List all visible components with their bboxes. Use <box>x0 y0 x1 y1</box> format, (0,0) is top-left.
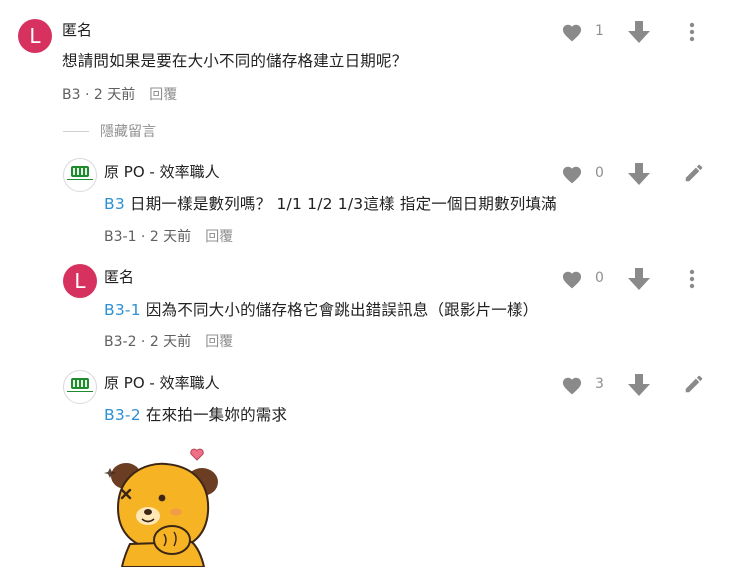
reply-reference-link[interactable]: B3-1 <box>104 301 141 319</box>
dislike-button[interactable] <box>628 373 650 397</box>
like-count: 1 <box>595 23 604 39</box>
like-button[interactable] <box>561 22 583 42</box>
comment-meta: B3-2 · 2 天前 回覆 <box>104 331 233 351</box>
comment-id-time: B3-1 · 2 天前 <box>104 229 192 245</box>
more-vertical-icon <box>689 269 695 289</box>
like-count: 0 <box>595 165 604 181</box>
arrow-down-icon <box>628 374 650 396</box>
comment-text: B3 日期一樣是數列嗎？ 1/1 1/2 1/3這樣 指定一個日期數列填滿 <box>104 192 557 214</box>
pencil-icon <box>685 164 703 182</box>
comment-id-time: B3 · 2 天前 <box>62 87 136 103</box>
divider <box>63 131 89 132</box>
comment-id-time: B3-2 · 2 天前 <box>104 334 192 350</box>
comment-author[interactable]: 匿名 <box>62 19 92 40</box>
heart-icon <box>562 377 582 395</box>
like-count: 0 <box>595 270 604 286</box>
comment-author[interactable]: 原 PO - 效率職人 <box>104 161 220 182</box>
avatar[interactable]: L <box>18 19 52 53</box>
comment-author[interactable]: 匿名 <box>104 266 134 287</box>
more-menu-button[interactable] <box>689 22 695 42</box>
avatar[interactable] <box>63 370 97 404</box>
dislike-button[interactable] <box>628 267 650 291</box>
like-button[interactable] <box>561 269 583 289</box>
comment-body: 在來拍一集妳的需求 <box>140 406 288 424</box>
avatar[interactable]: L <box>63 264 97 298</box>
arrow-down-icon <box>628 268 650 290</box>
reply-button[interactable]: 回覆 <box>149 87 177 103</box>
comment-body: 日期一樣是數列嗎？ 1/1 1/2 1/3這樣 指定一個日期數列填滿 <box>124 195 557 213</box>
pencil-icon <box>685 375 703 393</box>
like-button[interactable] <box>561 164 583 184</box>
dislike-button[interactable] <box>628 162 650 186</box>
more-menu-button[interactable] <box>689 269 695 289</box>
hide-replies-button[interactable]: 隱藏留言 <box>100 121 156 141</box>
edit-button[interactable] <box>683 373 705 395</box>
comment-meta: B3-1 · 2 天前 回覆 <box>104 226 233 246</box>
reply-button[interactable]: 回覆 <box>205 229 233 245</box>
heart-sticker-icon <box>190 448 204 461</box>
reply-button[interactable]: 回覆 <box>205 334 233 350</box>
heart-icon <box>562 166 582 184</box>
like-count: 3 <box>595 376 604 392</box>
edit-button[interactable] <box>683 162 705 184</box>
reply-reference-link[interactable]: B3-2 <box>104 406 141 424</box>
comment-body: 因為不同大小的儲存格它會跳出錯誤訊息（跟影片一樣） <box>140 301 539 319</box>
arrow-down-icon <box>628 21 650 43</box>
heart-icon <box>562 271 582 289</box>
comment-meta: B3 · 2 天前 回覆 <box>62 84 177 104</box>
reply-reference-link[interactable]: B3 <box>104 195 125 213</box>
avatar[interactable] <box>63 158 97 192</box>
arrow-down-icon <box>628 163 650 185</box>
dislike-button[interactable] <box>628 20 650 44</box>
comment-text: B3-1 因為不同大小的儲存格它會跳出錯誤訊息（跟影片一樣） <box>104 298 538 320</box>
comment-text: B3-2 在來拍一集妳的需求 <box>104 403 287 425</box>
comment-text: 想請問如果是要在大小不同的儲存格建立日期呢？ <box>62 52 408 70</box>
like-button[interactable] <box>561 375 583 395</box>
comment-author[interactable]: 原 PO - 效率職人 <box>104 372 220 393</box>
heart-icon <box>562 24 582 42</box>
more-vertical-icon <box>689 22 695 42</box>
bear-sticker-image <box>104 448 218 567</box>
